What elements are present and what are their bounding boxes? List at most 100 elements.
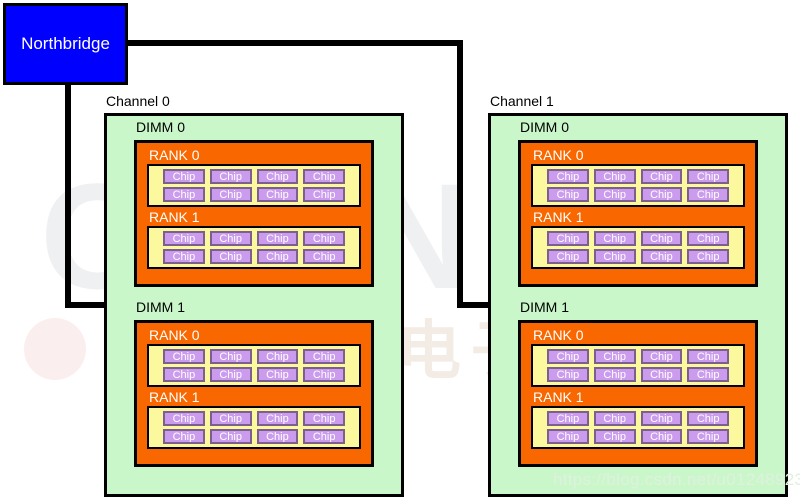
chip[interactable]: Chip: [593, 367, 636, 382]
rank-label: RANK 0: [149, 147, 200, 163]
chip-row: Chip Chip Chip Chip: [163, 231, 345, 246]
channel-0-dimm-0-rank-1[interactable]: RANK 1 Chip Chip Chip Chip Chip Chip Chi…: [147, 209, 361, 269]
chip[interactable]: Chip: [209, 169, 252, 184]
channel-0-dimm-1-rank-0[interactable]: RANK 0 Chip Chip Chip Chip Chip Chip Chi…: [147, 327, 361, 387]
chip[interactable]: Chip: [256, 187, 299, 202]
channel-1-dimm-1[interactable]: DIMM 1 RANK 0 Chip Chip Chip Chip Chip C: [518, 299, 758, 467]
chip[interactable]: Chip: [303, 367, 345, 382]
channel-0-dimm-0-box: RANK 0 Chip Chip Chip Chip Chip Chip Chi…: [134, 140, 374, 287]
chip[interactable]: Chip: [163, 169, 205, 184]
chip[interactable]: Chip: [303, 187, 345, 202]
rank-label: RANK 1: [533, 389, 584, 405]
chip[interactable]: Chip: [256, 349, 299, 364]
channel-1[interactable]: Channel 1 DIMM 0 RANK 0 Chip Chip Chip C…: [488, 93, 788, 497]
chip[interactable]: Chip: [593, 411, 636, 426]
chip[interactable]: Chip: [640, 169, 683, 184]
chip[interactable]: Chip: [547, 367, 589, 382]
channel-0[interactable]: Channel 0 DIMM 0 RANK 0 Chip Chip Chip C…: [104, 93, 404, 497]
chip[interactable]: Chip: [209, 429, 252, 444]
chip[interactable]: Chip: [640, 367, 683, 382]
channel-0-dimm-0-rank-0[interactable]: RANK 0 Chip Chip Chip Chip Chip Chip Chi…: [147, 147, 361, 207]
chip[interactable]: Chip: [593, 169, 636, 184]
chip[interactable]: Chip: [593, 429, 636, 444]
chip[interactable]: Chip: [547, 249, 589, 264]
chip[interactable]: Chip: [303, 411, 345, 426]
chip[interactable]: Chip: [163, 411, 205, 426]
channel-1-dimm-0-label: DIMM 0: [520, 119, 569, 135]
chip[interactable]: Chip: [256, 169, 299, 184]
chip[interactable]: Chip: [687, 249, 729, 264]
channel-1-dimm-1-rank-0[interactable]: RANK 0 Chip Chip Chip Chip Chip Chip Chi…: [531, 327, 745, 387]
chip[interactable]: Chip: [256, 429, 299, 444]
channel-1-dimm-1-rank-1[interactable]: RANK 1 Chip Chip Chip Chip Chip Chip Chi…: [531, 389, 745, 449]
chip[interactable]: Chip: [303, 349, 345, 364]
chip[interactable]: Chip: [303, 231, 345, 246]
chip-row: Chip Chip Chip Chip: [163, 367, 345, 382]
channel-1-label: Channel 1: [490, 93, 554, 109]
rank-board: Chip Chip Chip Chip Chip Chip Chip Chip: [531, 226, 745, 269]
chip[interactable]: Chip: [640, 187, 683, 202]
chip[interactable]: Chip: [163, 349, 205, 364]
chip[interactable]: Chip: [687, 169, 729, 184]
chip-row: Chip Chip Chip Chip: [163, 169, 345, 184]
channel-1-dimm-0-rank-0[interactable]: RANK 0 Chip Chip Chip Chip Chip Chip Chi…: [531, 147, 745, 207]
rank-board: Chip Chip Chip Chip Chip Chip Chip Chip: [531, 406, 745, 449]
chip[interactable]: Chip: [209, 187, 252, 202]
chip[interactable]: Chip: [687, 367, 729, 382]
chip[interactable]: Chip: [163, 367, 205, 382]
chip[interactable]: Chip: [209, 349, 252, 364]
channel-0-dimm-1[interactable]: DIMM 1 RANK 0 Chip Chip Chip Chip Chip C: [134, 299, 374, 467]
chip[interactable]: Chip: [303, 249, 345, 264]
chip-row: Chip Chip Chip Chip: [547, 411, 729, 426]
chip[interactable]: Chip: [209, 249, 252, 264]
channel-0-dimm-1-rank-1[interactable]: RANK 1 Chip Chip Chip Chip Chip Chip Chi…: [147, 389, 361, 449]
chip-row: Chip Chip Chip Chip: [547, 367, 729, 382]
chip-row: Chip Chip Chip Chip: [547, 429, 729, 444]
channel-0-dimm-0[interactable]: DIMM 0 RANK 0 Chip Chip Chip Chip Chip C: [134, 119, 374, 287]
chip[interactable]: Chip: [640, 231, 683, 246]
chip[interactable]: Chip: [209, 367, 252, 382]
chip[interactable]: Chip: [547, 429, 589, 444]
chip[interactable]: Chip: [687, 187, 729, 202]
chip[interactable]: Chip: [593, 349, 636, 364]
chip-row: Chip Chip Chip Chip: [163, 411, 345, 426]
chip[interactable]: Chip: [163, 249, 205, 264]
northbridge-block[interactable]: Northbridge: [3, 3, 128, 85]
chip[interactable]: Chip: [640, 249, 683, 264]
chip-row: Chip Chip Chip Chip: [547, 187, 729, 202]
chip[interactable]: Chip: [547, 169, 589, 184]
chip[interactable]: Chip: [256, 249, 299, 264]
rank-label: RANK 1: [533, 209, 584, 225]
chip[interactable]: Chip: [303, 169, 345, 184]
chip[interactable]: Chip: [209, 411, 252, 426]
diagram-canvas: CSDN 霄伦派电子世家 Northbridge Channel 0 DIMM …: [0, 0, 800, 503]
chip[interactable]: Chip: [163, 231, 205, 246]
chip[interactable]: Chip: [209, 231, 252, 246]
chip[interactable]: Chip: [547, 231, 589, 246]
chip[interactable]: Chip: [303, 429, 345, 444]
chip[interactable]: Chip: [547, 187, 589, 202]
chip[interactable]: Chip: [640, 429, 683, 444]
chip[interactable]: Chip: [593, 249, 636, 264]
chip[interactable]: Chip: [593, 231, 636, 246]
chip[interactable]: Chip: [687, 349, 729, 364]
chip[interactable]: Chip: [163, 187, 205, 202]
chip[interactable]: Chip: [640, 349, 683, 364]
chip-row: Chip Chip Chip Chip: [163, 187, 345, 202]
chip[interactable]: Chip: [547, 411, 589, 426]
channel-1-dimm-0-rank-1[interactable]: RANK 1 Chip Chip Chip Chip Chip Chip Chi…: [531, 209, 745, 269]
rank-label: RANK 0: [533, 147, 584, 163]
chip[interactable]: Chip: [256, 367, 299, 382]
chip[interactable]: Chip: [687, 231, 729, 246]
channel-1-dimm-0[interactable]: DIMM 0 RANK 0 Chip Chip Chip Chip Chip C: [518, 119, 758, 287]
chip[interactable]: Chip: [163, 429, 205, 444]
rank-label: RANK 1: [149, 389, 200, 405]
channel-1-dimm-0-box: RANK 0 Chip Chip Chip Chip Chip Chip Chi…: [518, 140, 758, 287]
chip[interactable]: Chip: [687, 429, 729, 444]
chip[interactable]: Chip: [256, 231, 299, 246]
chip[interactable]: Chip: [593, 187, 636, 202]
chip[interactable]: Chip: [256, 411, 299, 426]
chip[interactable]: Chip: [687, 411, 729, 426]
chip[interactable]: Chip: [640, 411, 683, 426]
chip[interactable]: Chip: [547, 349, 589, 364]
